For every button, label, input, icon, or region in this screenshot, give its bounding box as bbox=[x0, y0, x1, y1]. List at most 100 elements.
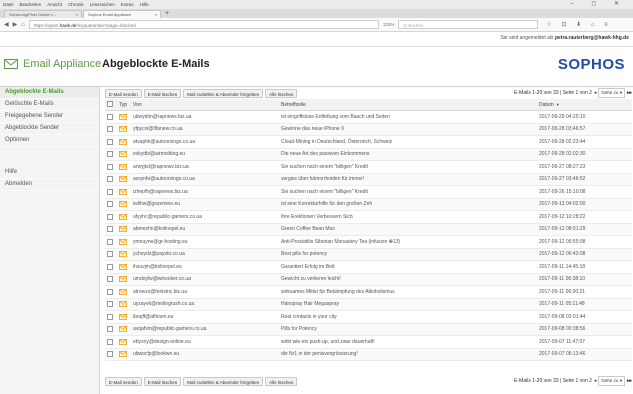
subject-cell[interactable]: die Nr1 in der penisvergrösserung! bbox=[279, 348, 537, 361]
delete-mail-button[interactable]: E-Mail löschen bbox=[143, 88, 182, 98]
from-cell[interactable]: avqafvm@republic-gamers.co.ua bbox=[131, 323, 279, 336]
row-select-cell[interactable] bbox=[105, 185, 117, 199]
prev-page-icon[interactable]: ◂ bbox=[594, 378, 597, 384]
sidebar-item-allowed-senders[interactable]: Freigegebene Sender bbox=[0, 111, 99, 123]
table-row[interactable]: ebyzny@design-online.eu wirkt wie ein pus… bbox=[105, 335, 632, 349]
table-row[interactable]: atvaphk@autoorsings.co.ua Cloud-Mining in… bbox=[105, 135, 632, 149]
row-checkbox[interactable] bbox=[107, 226, 113, 233]
row-select-cell[interactable] bbox=[105, 173, 117, 186]
table-row[interactable]: abmezhn@kolinopel.eu Green Coffee Bean Ma… bbox=[105, 223, 632, 236]
subject-cell[interactable]: Sie suchen nach einem "billigen" Kredit bbox=[279, 185, 537, 199]
sidebar-item-blocked-senders[interactable]: Abgeblockte Sender bbox=[0, 123, 99, 135]
goto-page-select[interactable]: Gehe zu ▾ bbox=[598, 88, 625, 98]
subject-cell[interactable]: Gewinne das neue iPhone X bbox=[279, 123, 537, 136]
row-select-cell[interactable] bbox=[105, 123, 117, 136]
subject-cell[interactable]: Sie suchen nach einem "billigen" Kredit bbox=[279, 160, 537, 174]
home-icon[interactable]: ⌂ bbox=[21, 22, 25, 28]
browser-tab-2[interactable]: Sophos Email Appliance × bbox=[83, 10, 161, 18]
subject-cell[interactable]: Green Coffee Bean Max bbox=[279, 223, 537, 236]
new-tab-button[interactable]: + bbox=[162, 10, 169, 18]
subject-cell[interactable]: Anti-Prostatitis Siberian Monastery Tea … bbox=[279, 235, 537, 249]
address-bar[interactable]: https://spam.hawk.de/myquarantine?page=b… bbox=[28, 20, 379, 29]
row-checkbox[interactable] bbox=[107, 263, 113, 270]
browser-tab-1[interactable]: Sicherung/Pixel Online c... × bbox=[4, 10, 82, 18]
table-row[interactable]: ibrajff@affirium.eu Real contacts in your… bbox=[105, 310, 632, 324]
from-cell[interactable]: exkydbi@airmolding.eu bbox=[131, 148, 279, 161]
menu-item[interactable]: Ansicht bbox=[47, 2, 62, 7]
row-select-cell[interactable] bbox=[105, 135, 117, 149]
send-mail-button[interactable]: E-Mail senden bbox=[105, 88, 142, 98]
next-page-icon[interactable]: ▸▸ bbox=[627, 378, 632, 384]
date-header[interactable]: Datum ▼ bbox=[537, 99, 632, 111]
delete-mail-button[interactable]: E-Mail löschen bbox=[143, 376, 182, 386]
next-page-icon[interactable]: ▸▸ bbox=[627, 90, 632, 96]
table-row[interactable]: ufyyhc@republic-gamers.co.ua Ihre Erektio… bbox=[105, 210, 632, 224]
deliver-allow-sender-button[interactable]: Mail zustellen & Absender freigeben bbox=[183, 88, 264, 98]
from-cell[interactable]: ufyyhc@republic-gamers.co.ua bbox=[131, 210, 279, 224]
row-checkbox[interactable] bbox=[107, 251, 113, 258]
row-checkbox[interactable] bbox=[107, 113, 113, 120]
subject-cell[interactable]: Best pills for potency bbox=[279, 248, 537, 261]
table-row[interactable]: umdoylw@winsoker.co.ua Gewicht zu verlier… bbox=[105, 273, 632, 286]
menu-item[interactable]: Hilfe bbox=[140, 2, 149, 7]
window-controls[interactable]: – ◻ ✕ bbox=[570, 0, 627, 7]
subject-cell[interactable]: wirksames Mittel für Bekämpfung des Alko… bbox=[279, 285, 537, 299]
toolbar-icons[interactable]: ☆ ⊡ ⬇ ⌂ ≡ bbox=[546, 21, 611, 28]
sidebar-item-deleted-mails[interactable]: Gelöschte E-Mails bbox=[0, 99, 99, 111]
row-select-cell[interactable] bbox=[105, 223, 117, 236]
row-checkbox[interactable] bbox=[107, 163, 113, 170]
subject-cell[interactable]: Real contacts in your city bbox=[279, 310, 537, 324]
subject-cell[interactable]: vergiss über hämorrhoiden für immer! bbox=[279, 173, 537, 186]
sidebar-item-options[interactable]: Optionen bbox=[0, 135, 99, 147]
row-checkbox[interactable] bbox=[107, 238, 113, 245]
table-row[interactable]: arwyjkd@rapnews.biz.ua Sie suchen nach ei… bbox=[105, 160, 632, 174]
menu-item[interactable]: Bearbeiten bbox=[20, 2, 42, 7]
sidebar-item-help[interactable]: Hilfe bbox=[0, 167, 99, 179]
row-select-cell[interactable] bbox=[105, 285, 117, 299]
sidebar-item-logout[interactable]: Abmelden bbox=[0, 179, 99, 191]
row-checkbox[interactable] bbox=[107, 351, 113, 358]
row-checkbox[interactable] bbox=[107, 151, 113, 158]
from-cell[interactable]: ymnuyne@gr-hosting.eu bbox=[131, 235, 279, 249]
row-select-cell[interactable] bbox=[105, 323, 117, 336]
type-header[interactable]: Typ bbox=[117, 99, 131, 111]
menu-item[interactable]: Lesezeichen bbox=[90, 2, 115, 7]
from-cell[interactable]: atvaphk@autoorsings.co.ua bbox=[131, 135, 279, 149]
row-checkbox[interactable] bbox=[107, 288, 113, 295]
table-row[interactable]: yfpycxi@flfanew.co.ua Gewinne das neue iP… bbox=[105, 123, 632, 136]
row-select-cell[interactable] bbox=[105, 298, 117, 311]
row-select-cell[interactable] bbox=[105, 160, 117, 174]
row-checkbox[interactable] bbox=[107, 138, 113, 145]
close-tab-icon[interactable]: × bbox=[155, 11, 157, 18]
table-row[interactable]: ihsuvjm@kolinopel.eu Garantiert Erfolg im… bbox=[105, 260, 632, 274]
row-checkbox[interactable] bbox=[107, 313, 113, 320]
table-row[interactable]: iwlihw@gozemine.eu ist eine Korrekturhilf… bbox=[105, 198, 632, 211]
delete-all-button[interactable]: Alle löschen bbox=[265, 88, 298, 98]
row-checkbox[interactable] bbox=[107, 276, 113, 283]
row-select-cell[interactable] bbox=[105, 273, 117, 286]
delete-all-button[interactable]: Alle löschen bbox=[265, 376, 298, 386]
from-cell[interactable]: ubwydim@rapnews.biz.ua bbox=[131, 110, 279, 124]
goto-page-select[interactable]: Gehe zu ▾ bbox=[598, 376, 625, 386]
row-checkbox[interactable] bbox=[107, 201, 113, 208]
subject-cell[interactable]: ist eingriffslose Entfettung vom Bauch u… bbox=[279, 110, 537, 124]
table-row[interactable]: ubwocfp@lookwn.eu die Nr1 in der penisver… bbox=[105, 348, 632, 361]
from-cell[interactable]: abmezhn@kolinopel.eu bbox=[131, 223, 279, 236]
from-cell[interactable]: ibrajff@affirium.eu bbox=[131, 310, 279, 324]
row-select-cell[interactable] bbox=[105, 260, 117, 274]
row-checkbox[interactable] bbox=[107, 338, 113, 345]
deliver-allow-sender-button[interactable]: Mail zustellen & Absender freigeben bbox=[183, 376, 264, 386]
row-select-cell[interactable] bbox=[105, 110, 117, 124]
from-cell[interactable]: ebyzny@design-online.eu bbox=[131, 335, 279, 349]
zoom-level[interactable]: 133% bbox=[383, 22, 395, 27]
from-cell[interactable]: ychoydz@paysto.co.ua bbox=[131, 248, 279, 261]
select-all-header[interactable] bbox=[105, 99, 117, 111]
table-row[interactable]: ubwydim@rapnews.biz.ua ist eingriffslose … bbox=[105, 110, 632, 124]
from-cell[interactable]: atrowzx@fenixinc.biz.ua bbox=[131, 285, 279, 299]
from-cell[interactable]: ubwocfp@lookwn.eu bbox=[131, 348, 279, 361]
menu-item[interactable]: Chronik bbox=[68, 2, 84, 7]
row-checkbox[interactable] bbox=[107, 326, 113, 333]
menu-item[interactable]: Extras bbox=[121, 2, 134, 7]
table-row[interactable]: ychoydz@paysto.co.ua Best pills for poten… bbox=[105, 248, 632, 261]
row-checkbox[interactable] bbox=[107, 213, 113, 220]
